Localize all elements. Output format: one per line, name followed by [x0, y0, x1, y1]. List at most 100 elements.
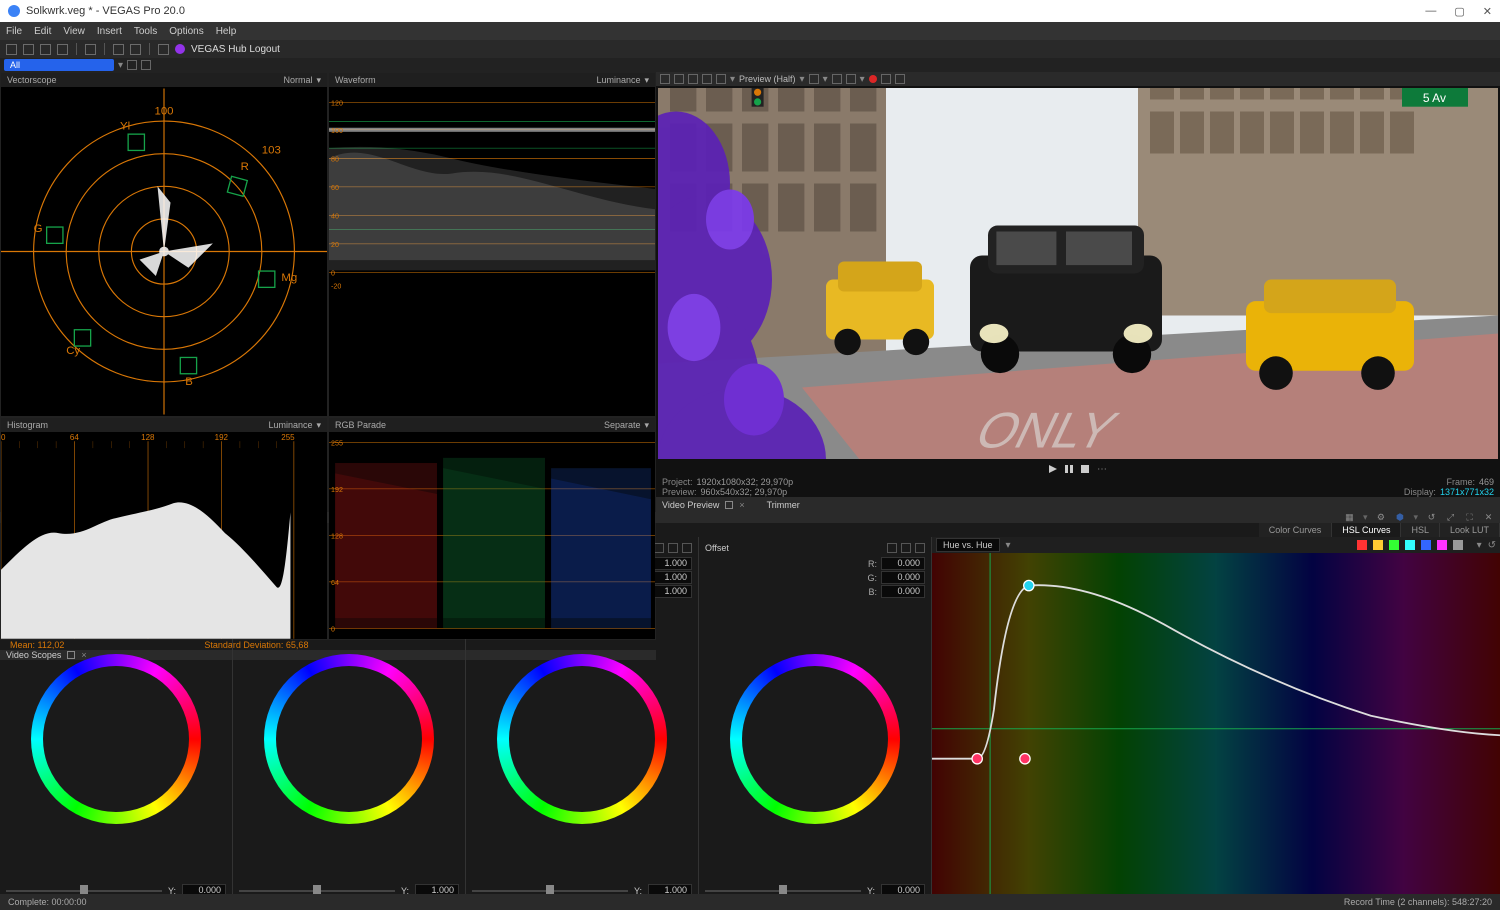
curve-swatch[interactable]	[1453, 540, 1463, 550]
tab-color-curves[interactable]: Color Curves	[1259, 523, 1333, 537]
curve-swatch[interactable]	[1373, 540, 1383, 550]
fx-chain-icon[interactable]: ⚙	[1375, 512, 1386, 523]
menu-help[interactable]: Help	[216, 26, 237, 37]
wheel-g-input[interactable]: 0.000	[881, 571, 925, 584]
histogram-mode[interactable]: Luminance	[268, 420, 312, 430]
menu-options[interactable]: Options	[169, 26, 203, 37]
svg-text:Mg: Mg	[281, 272, 297, 284]
more-icon[interactable]: ⋯	[1097, 464, 1107, 475]
wheel-eyedropper-icon[interactable]	[668, 543, 678, 553]
preview-split-icon[interactable]	[702, 74, 712, 84]
new-icon[interactable]	[6, 44, 17, 55]
preview-quality[interactable]: Preview (Half)	[739, 74, 796, 84]
play-button[interactable]	[1049, 465, 1057, 473]
fx-bypass-icon[interactable]: ⬢	[1394, 512, 1405, 523]
pause-button[interactable]	[1065, 465, 1073, 473]
curve-swatch[interactable]	[1357, 540, 1367, 550]
wheel-eyedropper-icon[interactable]	[901, 543, 911, 553]
hub-logout[interactable]: VEGAS Hub Logout	[191, 44, 280, 55]
preview-fx-icon[interactable]	[688, 74, 698, 84]
color-wheel[interactable]	[6, 598, 226, 881]
curve-editor[interactable]	[932, 553, 1500, 905]
preview-viewport[interactable]: 5 Av ONLY	[658, 88, 1498, 459]
menu-file[interactable]: File	[6, 26, 22, 37]
overlay-icon[interactable]	[809, 74, 819, 84]
chip-dropdown-icon[interactable]: ▾	[118, 60, 123, 71]
curve-swatch[interactable]	[1437, 540, 1447, 550]
wheel-r-input[interactable]: 0.000	[881, 557, 925, 570]
curve-swatch[interactable]	[1389, 540, 1399, 550]
filter-chip[interactable]: All	[4, 59, 114, 71]
preview-bypass-icon[interactable]	[716, 74, 726, 84]
close-button[interactable]: ✕	[1483, 5, 1492, 18]
fx-undock-icon[interactable]: ⤢	[1445, 512, 1456, 523]
wheel-reset-icon[interactable]	[915, 543, 925, 553]
tab-close-icon[interactable]: ×	[739, 500, 744, 510]
dropdown-icon[interactable]: ▾	[644, 75, 649, 86]
upload-icon[interactable]	[158, 44, 169, 55]
svg-text:255: 255	[281, 433, 295, 442]
tab-hsl[interactable]: HSL	[1401, 523, 1440, 537]
redo-icon[interactable]	[130, 44, 141, 55]
undo-icon[interactable]	[113, 44, 124, 55]
dropdown-icon[interactable]: ▾	[644, 420, 649, 431]
properties-icon[interactable]	[85, 44, 96, 55]
color-wheel[interactable]	[472, 598, 692, 881]
preview-settings-icon[interactable]	[660, 74, 670, 84]
tab-hsl-curves[interactable]: HSL Curves	[1332, 523, 1401, 537]
wheel-settings-icon[interactable]	[887, 543, 897, 553]
safe-area-icon[interactable]	[832, 74, 842, 84]
save-snapshot-icon[interactable]	[895, 74, 905, 84]
fx-close-icon[interactable]: ✕	[1483, 512, 1494, 523]
color-wheel[interactable]	[705, 598, 925, 881]
stop-button[interactable]	[1081, 465, 1089, 473]
wheel-b-input[interactable]: 0.000	[881, 585, 925, 598]
minimize-button[interactable]: —	[1425, 5, 1436, 18]
save-icon[interactable]	[40, 44, 51, 55]
menu-insert[interactable]: Insert	[97, 26, 122, 37]
fx-reset-icon[interactable]: ↺	[1426, 512, 1437, 523]
wheel-reset-icon[interactable]	[682, 543, 692, 553]
svg-text:100: 100	[154, 106, 173, 118]
tab-video-preview[interactable]: Video Preview	[662, 500, 719, 510]
hub-icon[interactable]	[175, 44, 185, 54]
parade-mode[interactable]: Separate	[604, 420, 641, 430]
copy-snapshot-icon[interactable]	[881, 74, 891, 84]
status-record-time: Record Time (2 channels): 548:27:20	[1344, 897, 1492, 907]
preview-device-icon[interactable]	[674, 74, 684, 84]
waveform-mode[interactable]: Luminance	[596, 75, 640, 85]
record-icon[interactable]	[869, 75, 877, 83]
menu-tools[interactable]: Tools	[134, 26, 157, 37]
curve-swatch[interactable]	[1421, 540, 1431, 550]
dropdown-icon[interactable]: ▾	[316, 75, 321, 86]
curve-more-icon[interactable]: ▾	[1477, 540, 1482, 551]
menu-view[interactable]: View	[63, 26, 85, 37]
curve-mode-select[interactable]: Hue vs. Hue	[936, 538, 1000, 552]
wheel-y-slider[interactable]	[472, 890, 628, 892]
dropdown-icon[interactable]: ▾	[316, 420, 321, 431]
curve-swatch[interactable]	[1405, 540, 1415, 550]
curve-reset-icon[interactable]: ↺	[1488, 540, 1496, 551]
wheel-y-slider[interactable]	[705, 890, 861, 892]
svg-text:R: R	[241, 161, 249, 173]
vectorscope-mode[interactable]: Normal	[283, 75, 312, 85]
fx-expand-icon[interactable]: ⛶	[1464, 512, 1475, 523]
preview-toolbar: ▾ Preview (Half)▾ ▾ ▾	[656, 72, 1500, 86]
title-bar: Solkwrk.veg * - VEGAS Pro 20.0 — ▢ ✕	[0, 0, 1500, 22]
tab-trimmer[interactable]: Trimmer	[767, 500, 800, 510]
open-icon[interactable]	[23, 44, 34, 55]
filter-pin-icon[interactable]	[127, 60, 137, 70]
dock-pin-icon[interactable]	[725, 501, 733, 509]
fx-preset-icon[interactable]: ▦	[1344, 512, 1355, 523]
maximize-button[interactable]: ▢	[1454, 5, 1464, 18]
wheel-y-slider[interactable]	[239, 890, 395, 892]
wheel-settings-icon[interactable]	[654, 543, 664, 553]
filter-close-icon[interactable]	[141, 60, 151, 70]
render-icon[interactable]	[57, 44, 68, 55]
menu-edit[interactable]: Edit	[34, 26, 51, 37]
snapshot-icon[interactable]	[846, 74, 856, 84]
wheel-y-slider[interactable]	[6, 890, 162, 892]
video-preview-panel: ▾ Preview (Half)▾ ▾ ▾	[656, 72, 1500, 512]
tab-look-lut[interactable]: Look LUT	[1440, 523, 1500, 537]
color-wheel[interactable]	[239, 598, 459, 881]
